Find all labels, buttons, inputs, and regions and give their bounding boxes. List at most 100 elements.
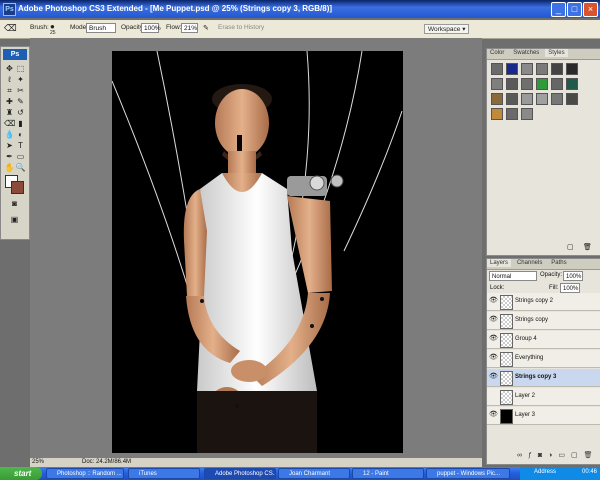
eye-icon[interactable]: 👁 bbox=[489, 354, 498, 362]
style-swatch[interactable] bbox=[551, 78, 563, 90]
layer-row[interactable]: 👁 Everything bbox=[487, 350, 600, 368]
adjustment-icon[interactable]: ◑ bbox=[548, 452, 558, 459]
tab-swatches[interactable]: Swatches bbox=[510, 49, 542, 57]
style-swatch[interactable] bbox=[491, 108, 503, 120]
path-selection-tool-icon[interactable]: ➤ bbox=[4, 141, 15, 151]
link-layers-icon[interactable]: ∞ bbox=[517, 452, 528, 459]
style-swatch[interactable] bbox=[566, 78, 578, 90]
new-style-icon[interactable]: ▢ bbox=[567, 243, 574, 251]
history-brush-tool-icon[interactable]: ↺ bbox=[15, 108, 26, 118]
eye-icon[interactable]: 👁 bbox=[489, 297, 498, 305]
tab-styles[interactable]: Styles bbox=[545, 49, 568, 57]
pen-tool-icon[interactable]: ✒ bbox=[4, 152, 15, 162]
shape-tool-icon[interactable]: ▭ bbox=[15, 152, 26, 162]
brush-tool-icon[interactable]: ✎ bbox=[15, 97, 26, 107]
delete-layer-icon[interactable]: 🗑 bbox=[584, 452, 599, 459]
style-swatch[interactable] bbox=[491, 63, 503, 75]
eye-icon[interactable]: 👁 bbox=[489, 316, 498, 324]
minimize-button[interactable]: _ bbox=[551, 2, 566, 17]
taskbar-button[interactable]: Adobe Photoshop CS... bbox=[204, 468, 276, 479]
slice-tool-icon[interactable]: ✂ bbox=[15, 86, 26, 96]
layer-row[interactable]: 👁 Layer 3 bbox=[487, 407, 600, 425]
erase-history-checkbox[interactable]: Erase to History bbox=[218, 24, 264, 31]
magic-wand-tool-icon[interactable]: ✦ bbox=[15, 75, 26, 85]
zoom-tool-icon[interactable]: 🔍 bbox=[15, 163, 26, 173]
clone-stamp-tool-icon[interactable]: ♜ bbox=[4, 108, 15, 118]
new-group-icon[interactable]: ▭ bbox=[558, 452, 571, 459]
zoom-level[interactable]: 25% bbox=[32, 459, 44, 465]
start-button[interactable]: start bbox=[0, 467, 42, 480]
layer-style-icon[interactable]: ƒ bbox=[528, 452, 538, 459]
style-swatch[interactable] bbox=[506, 93, 518, 105]
style-swatch[interactable] bbox=[521, 108, 533, 120]
eraser-icon[interactable]: ⌫ bbox=[4, 23, 17, 34]
style-swatch[interactable] bbox=[521, 78, 533, 90]
brush-size: 25 bbox=[50, 30, 56, 36]
style-swatch[interactable] bbox=[491, 78, 503, 90]
quick-mask-icon[interactable]: ◙ bbox=[9, 199, 20, 209]
taskbar-button[interactable]: puppet - Windows Pic... bbox=[426, 468, 510, 479]
taskbar-button[interactable]: iTunes bbox=[128, 468, 200, 479]
flow-label: Flow: bbox=[166, 24, 182, 31]
mask-icon[interactable]: ◙ bbox=[538, 452, 548, 459]
taskbar-button[interactable]: Joan Charmant bbox=[278, 468, 350, 479]
puppet-artwork bbox=[112, 51, 403, 453]
style-swatch[interactable] bbox=[506, 78, 518, 90]
style-swatch[interactable] bbox=[536, 63, 548, 75]
hand-tool-icon[interactable]: ✋ bbox=[4, 163, 15, 173]
lasso-tool-icon[interactable]: ℓ bbox=[4, 75, 15, 85]
delete-style-icon[interactable]: 🗑 bbox=[583, 243, 592, 251]
layer-row[interactable]: 👁 Strings copy 3 bbox=[487, 369, 600, 387]
style-swatch[interactable] bbox=[491, 93, 503, 105]
document-canvas[interactable] bbox=[112, 51, 403, 453]
layer-row[interactable]: 👁 Group 4 bbox=[487, 331, 600, 349]
style-swatch[interactable] bbox=[521, 93, 533, 105]
eye-icon[interactable]: 👁 bbox=[489, 335, 498, 343]
eraser-tool-icon[interactable]: ⌫ bbox=[4, 119, 15, 129]
tab-paths[interactable]: Paths bbox=[548, 259, 569, 267]
layer-row[interactable]: Layer 2 bbox=[487, 388, 600, 406]
clock: 00:46 bbox=[582, 469, 598, 475]
screen-mode-icon[interactable]: ▣ bbox=[9, 215, 20, 225]
gradient-tool-icon[interactable]: ▮ bbox=[15, 119, 26, 129]
style-swatch[interactable] bbox=[506, 108, 518, 120]
blend-mode-select[interactable]: Normal bbox=[489, 271, 537, 281]
flow-input[interactable]: 21% bbox=[181, 23, 198, 33]
marquee-tool-icon[interactable]: ⬚ bbox=[15, 64, 26, 74]
tab-color[interactable]: Color bbox=[487, 49, 507, 57]
opacity-input[interactable]: 100% bbox=[141, 23, 161, 33]
style-swatch[interactable] bbox=[566, 93, 578, 105]
eye-icon[interactable] bbox=[489, 392, 497, 400]
eye-icon[interactable]: 👁 bbox=[489, 411, 498, 419]
new-layer-icon[interactable]: ▢ bbox=[571, 452, 584, 459]
style-swatch[interactable] bbox=[566, 63, 578, 75]
move-tool-icon[interactable]: ✥ bbox=[4, 64, 15, 74]
style-swatch[interactable] bbox=[551, 93, 563, 105]
style-swatch[interactable] bbox=[506, 63, 518, 75]
style-swatch[interactable] bbox=[521, 63, 533, 75]
maximize-button[interactable]: □ bbox=[567, 2, 582, 17]
style-swatch[interactable] bbox=[536, 78, 548, 90]
eye-icon[interactable]: 👁 bbox=[489, 373, 498, 381]
type-tool-icon[interactable]: T bbox=[15, 141, 26, 151]
tab-layers[interactable]: Layers bbox=[487, 259, 512, 267]
background-color-swatch[interactable] bbox=[11, 181, 24, 194]
taskbar-button[interactable]: Photoshop :: Random ... bbox=[46, 468, 124, 479]
tab-channels[interactable]: Channels bbox=[514, 259, 545, 267]
fill-input[interactable]: 100% bbox=[560, 283, 580, 293]
mode-select[interactable]: Brush bbox=[86, 23, 116, 33]
dodge-tool-icon[interactable]: ◐ bbox=[15, 130, 26, 140]
layer-row[interactable]: 👁 Strings copy 2 bbox=[487, 293, 600, 311]
close-button[interactable]: × bbox=[583, 2, 598, 17]
workspace-button[interactable]: Workspace ▾ bbox=[424, 24, 470, 34]
style-swatch[interactable] bbox=[536, 93, 548, 105]
taskbar: start Photoshop :: Random ... iTunes Adobe… bbox=[0, 467, 600, 480]
airbrush-icon[interactable]: ✎ bbox=[203, 24, 209, 32]
taskbar-button[interactable]: 12 - Paint bbox=[352, 468, 424, 479]
blur-tool-icon[interactable]: 💧 bbox=[4, 130, 15, 140]
crop-tool-icon[interactable]: ⌗ bbox=[4, 86, 15, 96]
style-swatch[interactable] bbox=[551, 63, 563, 75]
layer-opacity-input[interactable]: 100% bbox=[563, 271, 583, 281]
healing-tool-icon[interactable]: ✚ bbox=[4, 97, 15, 107]
layer-row[interactable]: 👁 Strings copy bbox=[487, 312, 600, 330]
